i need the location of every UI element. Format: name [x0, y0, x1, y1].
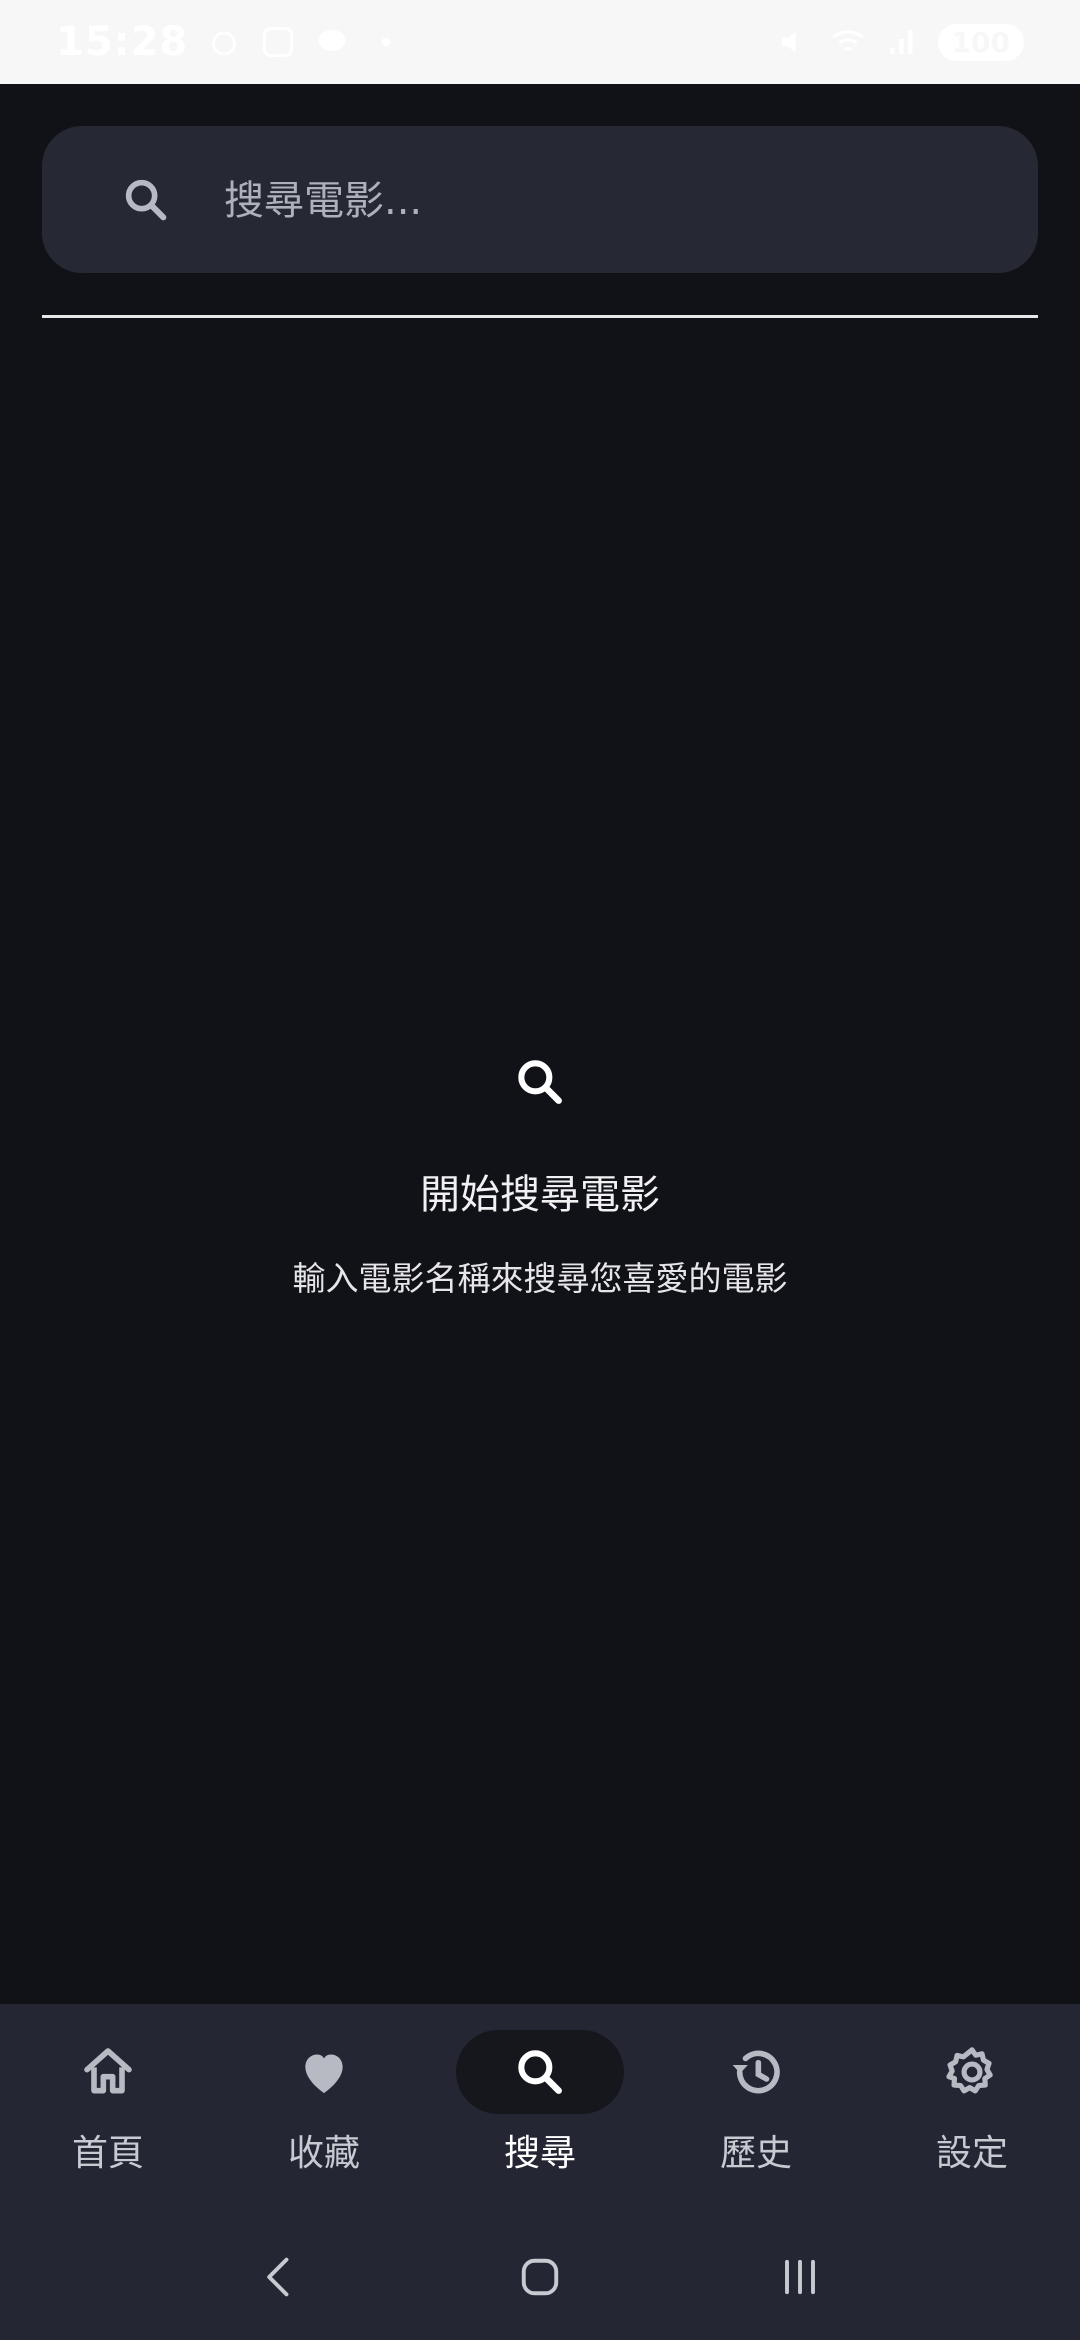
nav-icon-container: [24, 2030, 192, 2114]
search-icon: [518, 1060, 562, 1104]
nav-label-history: 歷史: [719, 2133, 792, 2174]
bottom-navigation: 首頁 收藏 搜尋 歷史 設定: [0, 2004, 1080, 2340]
nav-label-search: 搜尋: [503, 2133, 576, 2174]
search-bar[interactable]: [42, 126, 1038, 275]
chat-icon: [318, 30, 346, 51]
alarm-icon: [212, 31, 237, 56]
status-bar: 15:28 100: [0, 0, 1080, 84]
heart-icon: [305, 2054, 343, 2093]
empty-state-title: 開始搜尋電影: [420, 1172, 660, 1218]
gear-icon: [946, 2047, 993, 2094]
nav-active-pill: [456, 2030, 624, 2114]
home-icon: [84, 2048, 132, 2094]
system-navigation: [0, 2214, 1080, 2340]
search-icon: [120, 174, 172, 226]
nav-icon-container: [888, 2030, 1056, 2114]
dot-icon: [381, 37, 391, 47]
status-right: 100: [776, 23, 1024, 61]
search-icon: [518, 2050, 562, 2094]
history-icon: [732, 2050, 780, 2094]
recents-button[interactable]: [770, 2247, 830, 2307]
nav-item-settings[interactable]: 設定: [872, 2004, 1072, 2176]
nav-items: 首頁 收藏 搜尋 歷史 設定: [0, 2004, 1080, 2214]
nav-label-favorites: 收藏: [287, 2133, 360, 2174]
nav-label-home: 首頁: [71, 2133, 144, 2174]
status-time: 15:28: [56, 19, 189, 65]
status-left: 15:28: [56, 19, 404, 65]
mute-icon: [781, 31, 796, 53]
wifi-icon: [831, 30, 864, 51]
nav-icon-container: [240, 2030, 408, 2114]
app-notification-icon: [263, 27, 294, 57]
app-screen: 開始搜尋電影 輸入電影名稱來搜尋您喜愛的電影: [0, 84, 1080, 2004]
back-icon: [267, 2257, 289, 2297]
recents-icon: [785, 2259, 815, 2295]
nav-icon-container: [672, 2030, 840, 2114]
back-button[interactable]: [250, 2247, 310, 2307]
signal-icon: [889, 30, 913, 54]
nav-item-home[interactable]: 首頁: [8, 2004, 208, 2176]
home-button[interactable]: [510, 2247, 570, 2307]
search-divider: [42, 315, 1038, 318]
empty-state: 開始搜尋電影 輸入電影名稱來搜尋您喜愛的電影: [0, 1054, 1080, 1300]
nav-item-search[interactable]: 搜尋: [440, 2004, 640, 2176]
battery-indicator: 100: [937, 23, 1024, 61]
search-input[interactable]: [222, 126, 1006, 275]
nav-item-favorites[interactable]: 收藏: [224, 2004, 424, 2176]
nav-item-history[interactable]: 歷史: [656, 2004, 856, 2176]
nav-label-settings: 設定: [935, 2133, 1008, 2174]
home-circle-icon: [521, 2258, 559, 2296]
empty-state-subtitle: 輸入電影名稱來搜尋您喜愛的電影: [292, 1259, 788, 1298]
